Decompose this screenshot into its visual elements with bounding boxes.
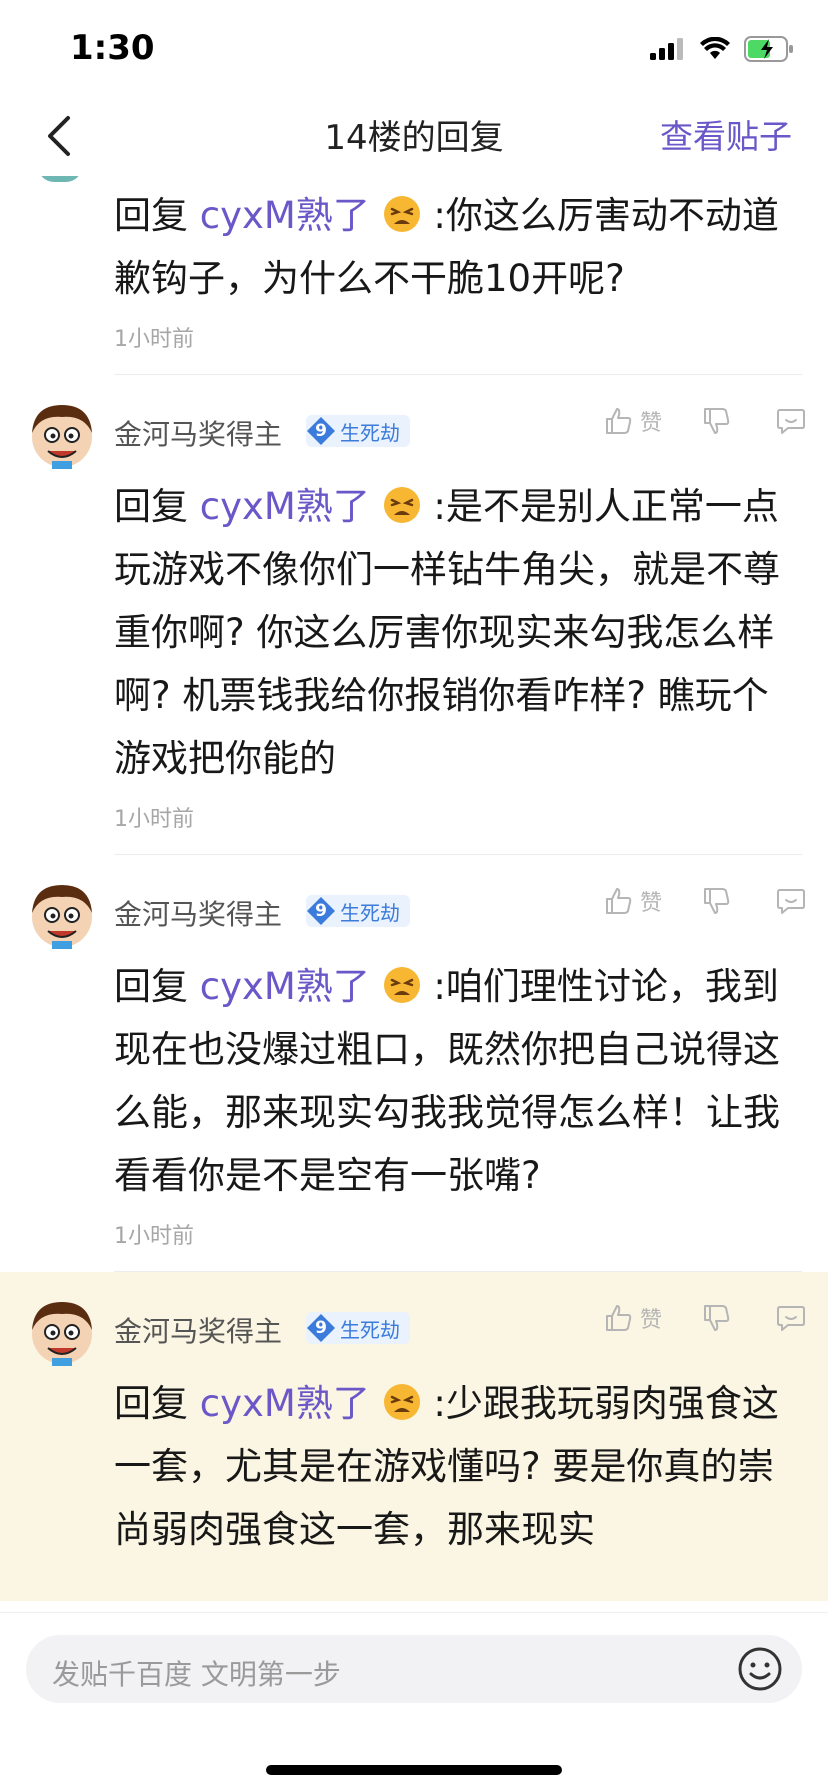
level-badge: 9 生死劫 bbox=[306, 895, 410, 927]
thumbs-up-icon bbox=[605, 888, 632, 914]
reply-input-placeholder: 发贴千百度 文明第一步 bbox=[52, 1658, 341, 1691]
comment-button[interactable] bbox=[776, 406, 806, 436]
tired-face-emoji-icon bbox=[383, 196, 420, 232]
mention-link[interactable]: cyxM熟了 bbox=[200, 1382, 370, 1425]
status-bar: 1:30 bbox=[0, 0, 828, 96]
tired-face-emoji-icon bbox=[383, 1384, 420, 1420]
thumbs-down-icon bbox=[704, 408, 730, 434]
reply-actions: 赞 bbox=[604, 1302, 806, 1334]
emoji-button[interactable] bbox=[736, 1645, 784, 1693]
mention-link[interactable]: cyxM熟了 bbox=[200, 194, 370, 237]
bottom-input-bar: 发贴千百度 文明第一步 bbox=[0, 1612, 828, 1792]
reply-timestamp: 1小时前 bbox=[114, 1224, 194, 1249]
wifi-icon bbox=[700, 37, 730, 59]
level-diamond: 9 bbox=[306, 1313, 336, 1343]
reply-input[interactable]: 发贴千百度 文明第一步 bbox=[26, 1635, 802, 1703]
comment-icon bbox=[777, 409, 805, 434]
mention-link[interactable]: cyxM熟了 bbox=[200, 485, 370, 528]
page: 1:30 14楼的回复 查看贴子 回复 cyxM熟了:你这么厉害动不动道歉钩子… bbox=[0, 0, 828, 1792]
user-avatar[interactable] bbox=[26, 879, 98, 951]
dislike-button[interactable] bbox=[702, 406, 732, 436]
thumbs-down-icon bbox=[704, 1305, 730, 1331]
reply-text: 回复 cyxM熟了 :你这么厉害动不动道歉钩子，为什么不干脆10开呢? bbox=[114, 194, 779, 300]
smiley-icon bbox=[738, 1647, 782, 1691]
nav-header: 14楼的回复 查看贴子 bbox=[0, 96, 828, 176]
reply-header: 金河马奖得主 9 生死劫 赞 bbox=[0, 1272, 828, 1368]
dislike-button[interactable] bbox=[702, 1303, 732, 1333]
mention-link[interactable]: cyxM熟了 bbox=[200, 965, 370, 1008]
level-diamond: 9 bbox=[306, 896, 336, 926]
like-button[interactable]: 赞 bbox=[604, 1302, 662, 1334]
reply-timestamp: 1小时前 bbox=[114, 807, 194, 832]
reply-header: 金河马奖得主 9 生死劫 赞 bbox=[0, 375, 828, 471]
thumbs-down-icon bbox=[704, 888, 730, 914]
like-button[interactable]: 赞 bbox=[604, 405, 662, 437]
thumbs-up-icon bbox=[605, 1305, 632, 1331]
username[interactable]: 金河马奖得主 bbox=[114, 893, 282, 933]
comment-icon bbox=[777, 1306, 805, 1331]
like-label: 赞 bbox=[639, 1308, 662, 1333]
level-diamond: 9 bbox=[306, 416, 336, 446]
reply-text: 回复 cyxM熟了 :少跟我玩弱肉强食这一套，尤其是在游戏懂吗? 要是你真的崇尚… bbox=[114, 1382, 779, 1551]
user-avatar[interactable] bbox=[26, 399, 98, 471]
reply-item-highlighted: 金河马奖得主 9 生死劫 赞 回复 cyxM熟了:少跟我玩弱肉强食这一套，尤其… bbox=[0, 1272, 828, 1601]
reply-text: 回复 cyxM熟了 :是不是别人正常一点玩游戏不像你们一样钻牛角尖，就是不尊重你… bbox=[114, 485, 780, 780]
view-post-button[interactable]: 查看贴子 bbox=[660, 110, 792, 158]
dislike-button[interactable] bbox=[702, 886, 732, 916]
cellular-signal-icon bbox=[650, 38, 683, 60]
reply-text: 回复 cyxM熟了 :咱们理性讨论，我到现在也没爆过粗口，既然你把自己说得这么能… bbox=[114, 965, 780, 1197]
reply-actions: 赞 bbox=[604, 885, 806, 917]
badge-name: 生死劫 bbox=[340, 900, 400, 925]
reply-item: 金河马奖得主 9 生死劫 赞 bbox=[0, 855, 828, 1272]
tired-face-emoji-icon bbox=[383, 487, 420, 523]
comment-button[interactable] bbox=[776, 886, 806, 916]
tired-face-emoji-icon bbox=[383, 967, 420, 1003]
battery-charging-icon bbox=[744, 36, 793, 62]
reply-actions: 赞 bbox=[604, 405, 806, 437]
like-label: 赞 bbox=[639, 411, 662, 436]
level-badge: 9 生死劫 bbox=[306, 1312, 410, 1344]
home-indicator bbox=[266, 1765, 562, 1775]
username[interactable]: 金河马奖得主 bbox=[114, 1310, 282, 1350]
user-avatar[interactable] bbox=[26, 1296, 98, 1368]
username[interactable]: 金河马奖得主 bbox=[114, 413, 282, 453]
status-time: 1:30 bbox=[70, 28, 155, 68]
thumbs-up-icon bbox=[605, 408, 632, 434]
like-label: 赞 bbox=[639, 891, 662, 916]
reply-header: 金河马奖得主 9 生死劫 赞 bbox=[0, 855, 828, 951]
badge-name: 生死劫 bbox=[340, 1317, 400, 1342]
status-icons bbox=[650, 36, 794, 62]
badge-name: 生死劫 bbox=[340, 420, 400, 445]
comment-button[interactable] bbox=[776, 1303, 806, 1333]
level-badge: 9 生死劫 bbox=[306, 415, 410, 447]
reply-item: 回复 cyxM熟了 :你这么厉害动不动道歉钩子，为什么不干脆10开呢? 1小时前 bbox=[0, 176, 828, 375]
reply-feed[interactable]: 回复 cyxM熟了 :你这么厉害动不动道歉钩子，为什么不干脆10开呢? 1小时前 bbox=[0, 176, 828, 1612]
reply-item: 金河马奖得主 9 生死劫 赞 bbox=[0, 375, 828, 855]
reply-timestamp: 1小时前 bbox=[114, 327, 194, 352]
like-button[interactable]: 赞 bbox=[604, 885, 662, 917]
comment-icon bbox=[777, 889, 805, 914]
